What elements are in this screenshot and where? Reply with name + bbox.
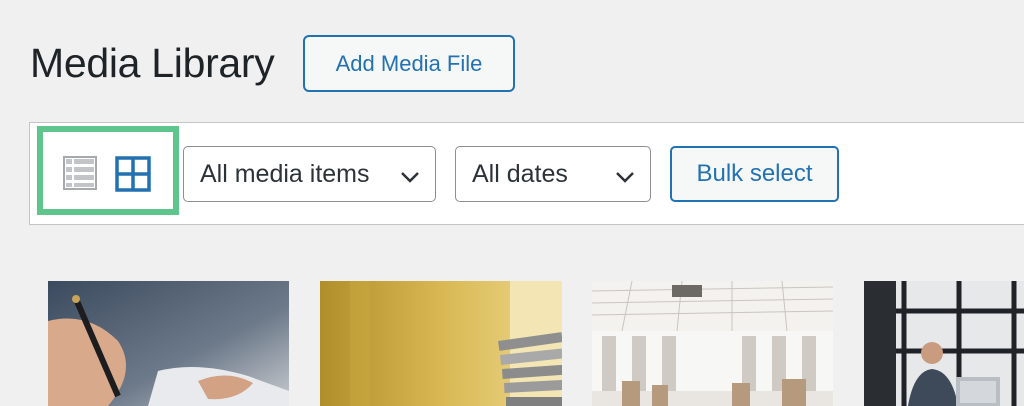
view-switch-highlight (37, 126, 179, 215)
add-media-file-button[interactable]: Add Media File (303, 35, 515, 92)
chevron-down-icon (399, 165, 421, 185)
media-thumbnail[interactable] (48, 281, 289, 406)
page-title: Media Library (30, 40, 275, 86)
media-thumbnail[interactable] (320, 281, 562, 406)
media-type-filter-value: All media items (200, 159, 370, 188)
list-view-icon[interactable] (63, 156, 97, 190)
media-thumbnail[interactable] (864, 281, 1024, 406)
chevron-down-icon (614, 165, 636, 185)
grid-view-icon[interactable] (115, 156, 151, 192)
date-filter-value: All dates (472, 159, 568, 188)
media-type-filter-select[interactable]: All media items (183, 146, 436, 202)
date-filter-select[interactable]: All dates (455, 146, 651, 202)
bulk-select-button[interactable]: Bulk select (670, 146, 839, 202)
media-thumbnail[interactable] (592, 281, 833, 406)
